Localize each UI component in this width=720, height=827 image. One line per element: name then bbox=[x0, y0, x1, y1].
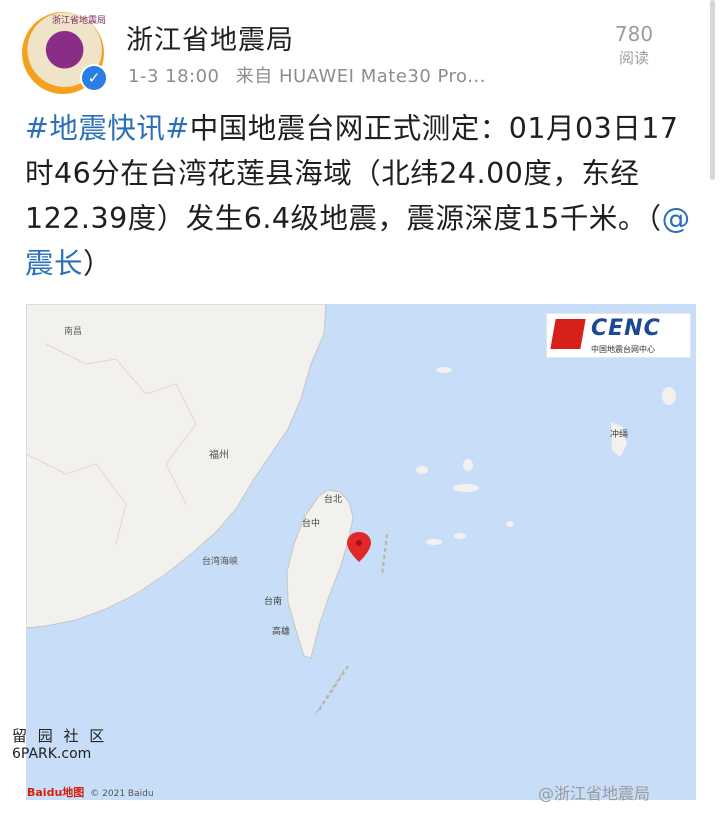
map-copyright: © 2021 Baidu bbox=[90, 789, 154, 799]
site-watermark-line1: 留 园 社 区 bbox=[12, 727, 108, 745]
post-meta: 1-3 18:00 来自 HUAWEI Mate30 Pro... bbox=[128, 62, 486, 88]
post-time: 1-3 18:00 bbox=[128, 66, 220, 87]
baidu-logo: Baidu地图 bbox=[27, 786, 85, 799]
hashtag-link[interactable]: #地震快讯# bbox=[25, 112, 190, 145]
site-watermark: 留 园 社 区 6PARK.com bbox=[12, 727, 107, 763]
post-source[interactable]: 来自 HUAWEI Mate30 Pro... bbox=[236, 66, 486, 87]
label-fuzhou: 福州 bbox=[209, 448, 229, 461]
baidu-map-credit: Baidu地图 © 2021 Baidu bbox=[27, 784, 154, 800]
post-tail: ） bbox=[83, 247, 113, 280]
label-taiwan-strait: 台湾海峡 bbox=[202, 555, 238, 567]
verified-badge-icon: ✓ bbox=[80, 64, 108, 92]
read-count-label: 阅读 bbox=[618, 49, 649, 67]
label-nanchang: 南昌 bbox=[64, 325, 82, 337]
earthquake-map[interactable]: 南昌 福州 台湾海峡 台北 台中 台南 高雄 冲绳 bbox=[26, 304, 696, 800]
read-count-number: 780 bbox=[614, 22, 654, 46]
map-graphic: 南昌 福州 台湾海峡 台北 台中 台南 高雄 冲绳 bbox=[26, 304, 676, 717]
account-name[interactable]: 浙江省地震局 bbox=[126, 18, 294, 57]
label-taizhong: 台中 bbox=[302, 517, 320, 529]
site-watermark-line2: 6PARK.com bbox=[12, 746, 92, 762]
weibo-watermark: @浙江省地震局 bbox=[538, 784, 651, 803]
cenc-logo-mark bbox=[550, 319, 586, 349]
post-text: #地震快讯#中国地震台网正式测定：01月03日17时46分在台湾花莲县海域（北纬… bbox=[25, 106, 695, 286]
cenc-logo-subtitle: 中国地震台网中心 bbox=[591, 345, 655, 354]
cenc-logo: CENC 中国地震台网中心 bbox=[546, 313, 691, 358]
label-gaoxiong: 高雄 bbox=[272, 625, 290, 637]
label-tainan: 台南 bbox=[264, 595, 282, 607]
taiwan-land bbox=[286, 489, 354, 659]
scrollbar[interactable] bbox=[710, 0, 715, 180]
epicenter-marker bbox=[347, 532, 371, 562]
read-count: 780 阅读 bbox=[602, 22, 666, 68]
cenc-logo-text: CENC bbox=[591, 316, 661, 341]
avatar-logo-text: 浙江省地震局 bbox=[52, 16, 107, 26]
label-okinawa: 冲绳 bbox=[610, 428, 628, 440]
label-taipei: 台北 bbox=[324, 493, 342, 505]
mainland-land bbox=[26, 304, 327, 629]
post-header: 浙江省地震局 ✓ 浙江省地震局 1-3 18:00 来自 HUAWEI Mate… bbox=[0, 0, 720, 96]
